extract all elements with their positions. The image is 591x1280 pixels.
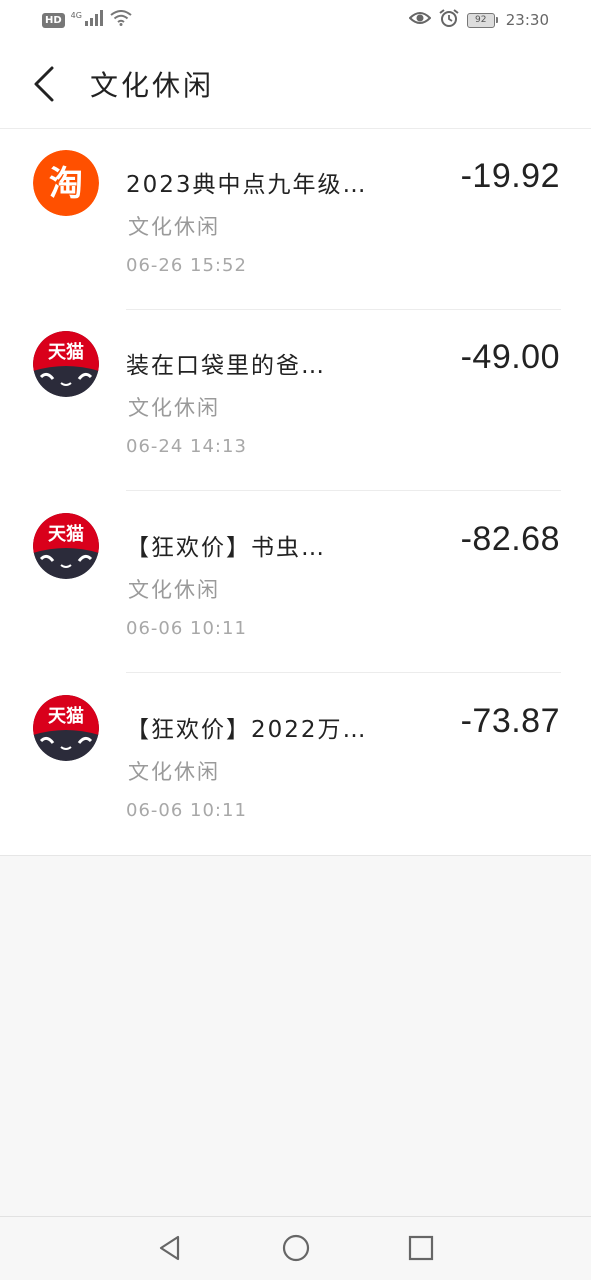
nav-recents-button[interactable]: [406, 1233, 436, 1263]
item-date: 06-24 14:13: [126, 436, 247, 457]
item-category: 文化休闲: [128, 215, 220, 239]
item-amount: -73.87: [460, 702, 560, 740]
hd-badge: HD: [42, 12, 65, 28]
item-divider: [126, 672, 561, 673]
status-bar: HD 4G 92 23:30: [0, 0, 591, 40]
system-nav-bar: [0, 1216, 591, 1280]
item-date: 06-06 10:11: [126, 618, 247, 639]
wifi-icon: [110, 10, 132, 30]
item-date: 06-26 15:52: [126, 255, 247, 276]
battery-tip: [495, 17, 498, 23]
list-item[interactable]: 天猫 装在口袋里的爸… 文化休闲 06-24 14:13 -49.00: [0, 310, 591, 491]
status-right: 92 23:30: [408, 9, 549, 31]
item-category: 文化休闲: [128, 760, 220, 784]
eye-icon: [408, 10, 432, 30]
page-title: 文化休闲: [90, 69, 215, 102]
transaction-list: 淘 2023典中点九年级… 文化休闲 06-26 15:52 -19.92 天猫…: [0, 129, 591, 855]
list-item[interactable]: 淘 2023典中点九年级… 文化休闲 06-26 15:52 -19.92: [0, 129, 591, 310]
item-date: 06-06 10:11: [126, 800, 247, 821]
tmall-logo-text: 天猫: [48, 705, 84, 727]
alarm-icon: [439, 9, 459, 31]
battery-level: 92: [466, 12, 495, 28]
item-title: 2023典中点九年级…: [126, 172, 368, 198]
item-category: 文化休闲: [128, 578, 220, 602]
tmall-logo-text: 天猫: [48, 341, 84, 363]
item-category: 文化休闲: [128, 396, 220, 420]
tmall-logo-text: 天猫: [48, 523, 84, 545]
list-item[interactable]: 天猫 【狂欢价】2022万… 文化休闲 06-06 10:11 -73.87: [0, 674, 591, 855]
nav-back-button[interactable]: [155, 1233, 185, 1263]
back-triangle-icon: [159, 1235, 180, 1261]
taobao-logo-text: 淘: [49, 164, 83, 204]
taobao-logo: 淘: [33, 150, 99, 216]
item-title: 【狂欢价】2022万…: [126, 717, 368, 743]
home-circle-icon: [282, 1234, 310, 1262]
tmall-logo: 天猫: [33, 513, 99, 579]
network-type-label: 4G: [70, 10, 82, 20]
tmall-logo: 天猫: [33, 331, 99, 397]
item-amount: -82.68: [460, 520, 560, 558]
back-button[interactable]: [28, 62, 64, 106]
item-amount: -19.92: [460, 157, 560, 195]
status-left: HD 4G: [42, 10, 132, 30]
list-bottom-border: [0, 855, 591, 856]
item-divider: [126, 490, 561, 491]
recents-square-icon: [408, 1235, 434, 1261]
item-title: 装在口袋里的爸…: [126, 353, 326, 379]
battery-icon: 92: [466, 12, 498, 28]
nav-home-button[interactable]: [281, 1233, 311, 1263]
app-header: 文化休闲: [0, 40, 591, 128]
tmall-logo: 天猫: [33, 695, 99, 761]
item-title: 【狂欢价】书虫…: [126, 535, 326, 561]
signal-icon: [84, 10, 104, 30]
chevron-left-icon: [34, 66, 54, 102]
list-item[interactable]: 天猫 【狂欢价】书虫… 文化休闲 06-06 10:11 -82.68: [0, 492, 591, 673]
item-amount: -49.00: [460, 338, 560, 376]
status-time: 23:30: [505, 11, 549, 29]
